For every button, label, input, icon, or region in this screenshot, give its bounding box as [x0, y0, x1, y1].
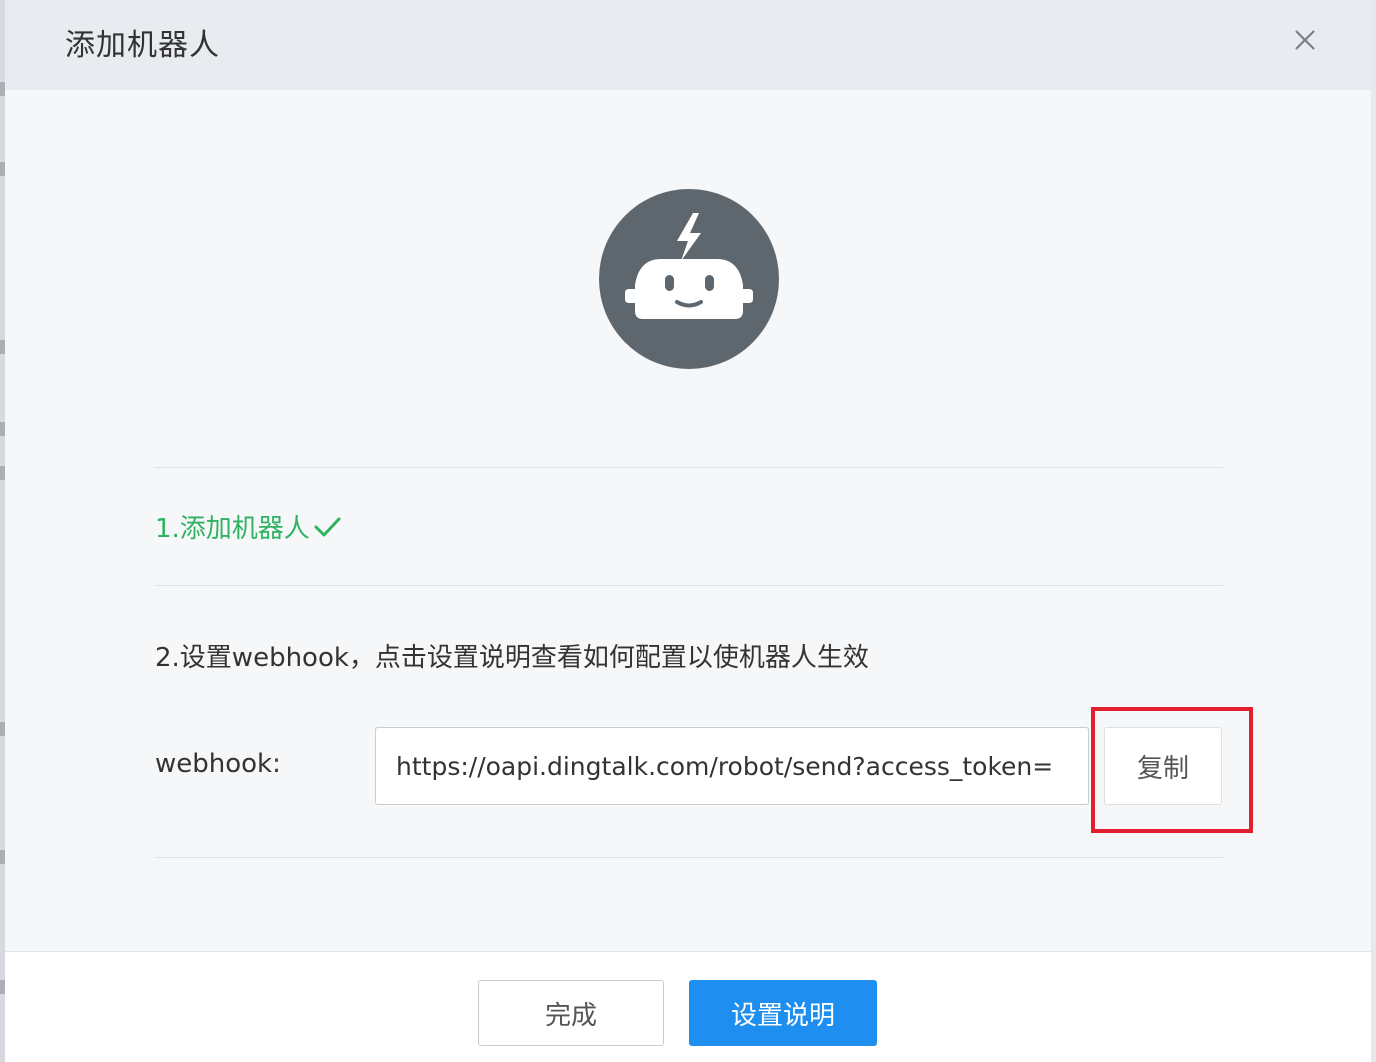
step-1-label: 1.添加机器人	[155, 514, 310, 544]
webhook-label: webhook:	[155, 749, 281, 779]
add-robot-dialog: 添加机器人 1.添加机器人 2.设置webhook，点击设置说明查看如何配置以使…	[5, 0, 1371, 1062]
dialog-title: 添加机器人	[65, 28, 220, 63]
dialog-header: 添加机器人	[5, 0, 1371, 90]
done-button[interactable]: 完成	[478, 980, 664, 1046]
check-icon	[314, 517, 341, 536]
close-icon	[1295, 30, 1315, 50]
step-1-status: 1.添加机器人	[155, 508, 342, 545]
divider	[155, 467, 1223, 468]
step-2-instruction: 2.设置webhook，点击设置说明查看如何配置以使机器人生效	[155, 643, 869, 673]
dialog-footer: 完成 设置说明	[5, 951, 1371, 1062]
robot-avatar-icon	[599, 189, 779, 369]
copy-button-highlight	[1091, 707, 1253, 833]
settings-guide-button[interactable]: 设置说明	[689, 980, 877, 1046]
divider	[155, 585, 1223, 586]
webhook-url-input[interactable]	[375, 727, 1089, 805]
close-button[interactable]	[1291, 26, 1319, 54]
divider	[155, 857, 1223, 858]
